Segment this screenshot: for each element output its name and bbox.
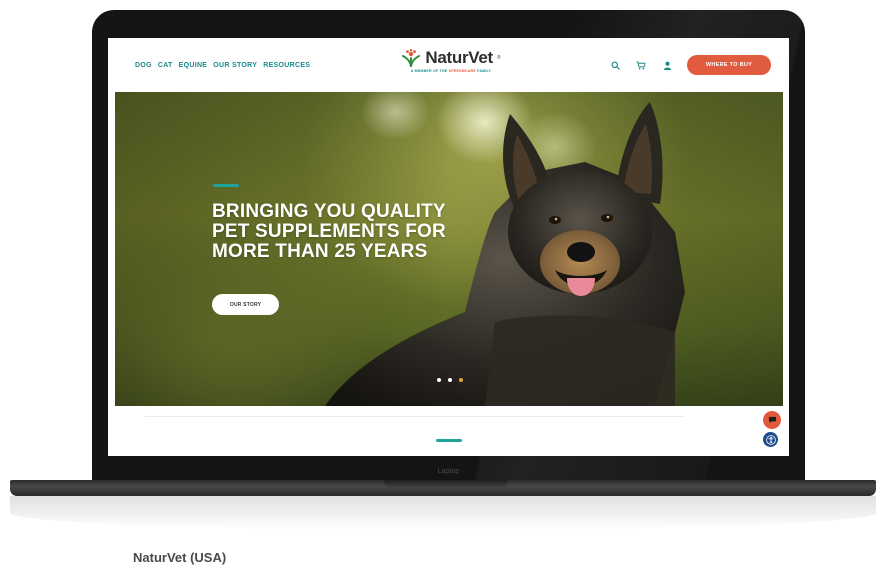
logo-registered: ® (496, 55, 501, 61)
hero-headline: BRINGING YOU QUALITY PET SUPPLEMENTS FOR… (212, 201, 446, 262)
hero-banner: BRINGING YOU QUALITY PET SUPPLEMENTS FOR… (115, 92, 783, 406)
accessibility-icon (765, 434, 776, 445)
nav-item-equine[interactable]: EQUINE (179, 62, 208, 69)
laptop-frame: DOG CAT EQUINE OUR STORY RESOURCES Natur… (92, 10, 805, 487)
laptop-lid: DOG CAT EQUINE OUR STORY RESOURCES Natur… (92, 10, 805, 487)
nav-item-cat[interactable]: CAT (158, 62, 173, 69)
below-hero-section (115, 406, 783, 456)
site-logo[interactable]: NaturVet ® A MEMBER OF THE SPEEDMCARE FAM… (396, 48, 506, 84)
nav-item-resources[interactable]: RESOURCES (263, 62, 310, 69)
device-label: Laptop (437, 468, 460, 475)
cart-icon[interactable] (635, 59, 647, 71)
primary-nav: DOG CAT EQUINE OUR STORY RESOURCES (135, 38, 310, 92)
hero-accent-line (213, 184, 239, 187)
nav-item-dog[interactable]: DOG (135, 62, 152, 69)
paw-plant-logo-icon (402, 49, 421, 67)
user-icon[interactable] (661, 59, 673, 71)
logo-wordmark: NaturVet (425, 48, 493, 67)
laptop-base (10, 480, 876, 496)
laptop-notch (384, 480, 508, 488)
where-to-buy-button[interactable]: WHERE TO BUY (687, 55, 771, 75)
slider-dot-1[interactable] (437, 378, 441, 382)
chat-button[interactable] (763, 411, 781, 429)
nav-item-our-story[interactable]: OUR STORY (213, 62, 257, 69)
search-icon[interactable] (609, 59, 621, 71)
section-divider (145, 416, 685, 417)
screen: DOG CAT EQUINE OUR STORY RESOURCES Natur… (108, 38, 789, 456)
site-navbar: DOG CAT EQUINE OUR STORY RESOURCES Natur… (108, 38, 789, 92)
utility-nav: WHERE TO BUY (609, 38, 771, 92)
logo-tagline: A MEMBER OF THE SPEEDMCARE FAMILY (410, 69, 492, 73)
slider-dots (437, 378, 463, 382)
chat-icon (768, 416, 776, 424)
slider-dot-2[interactable] (448, 378, 452, 382)
our-story-button[interactable]: OUR STORY (212, 294, 279, 315)
slider-dot-3[interactable] (459, 378, 463, 382)
caption-title: NaturVet (USA) (133, 550, 227, 565)
laptop-shadow (10, 496, 876, 530)
accessibility-button[interactable] (763, 432, 778, 447)
section-accent-line (436, 439, 462, 442)
